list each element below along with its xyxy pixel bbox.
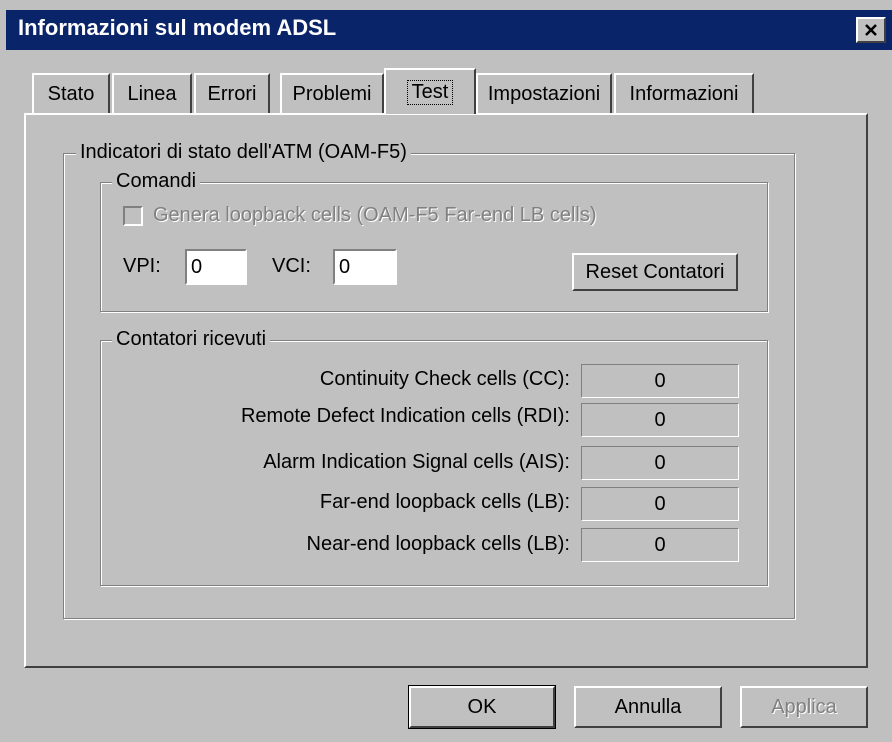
- tab-label: Test: [406, 79, 454, 105]
- loopback-checkbox-label: Genera loopback cells (OAM-F5 Far-end LB…: [153, 204, 597, 226]
- vpi-input[interactable]: 0: [185, 249, 247, 285]
- cancel-button[interactable]: Annulla: [574, 686, 722, 728]
- vpi-label: VPI:: [123, 255, 161, 277]
- vci-value: 0: [339, 255, 351, 278]
- rdi-cells-label: Remote Defect Indication cells (RDI):: [240, 405, 570, 427]
- title-bar[interactable]: Informazioni sul modem ADSL: [6, 10, 892, 50]
- close-button[interactable]: [856, 17, 886, 43]
- window-title: Informazioni sul modem ADSL: [18, 15, 337, 40]
- vci-input[interactable]: 0: [333, 249, 397, 285]
- close-icon: [865, 24, 877, 36]
- tab-label: Stato: [47, 82, 95, 105]
- ok-button[interactable]: OK: [408, 685, 556, 729]
- ais-cells-label: Alarm Indication Signal cells (AIS):: [263, 451, 570, 473]
- far-end-lb-value: 0: [581, 487, 739, 521]
- commands-group: [100, 182, 768, 312]
- tab-label: Errori: [207, 82, 257, 105]
- near-end-lb-value: 0: [581, 528, 739, 562]
- tab-stato[interactable]: Stato: [32, 73, 110, 113]
- near-end-lb-label: Near-end loopback cells (LB):: [306, 533, 570, 555]
- tab-test[interactable]: Test: [384, 68, 476, 114]
- tab-label: Impostazioni: [487, 82, 601, 105]
- cc-cells-value: 0: [581, 364, 739, 398]
- reset-counters-label: Reset Contatori: [585, 260, 725, 283]
- reset-counters-button[interactable]: Reset Contatori: [572, 253, 738, 291]
- tab-linea[interactable]: Linea: [112, 73, 192, 113]
- loopback-checkbox[interactable]: [123, 206, 143, 226]
- vpi-value: 0: [191, 255, 203, 278]
- tab-label: Linea: [127, 82, 177, 105]
- ok-button-label: OK: [467, 695, 497, 718]
- atm-group-label: Indicatori di stato dell'ATM (OAM-F5): [76, 141, 411, 164]
- tab-impostazioni[interactable]: Impostazioni: [476, 73, 612, 113]
- apply-button-label: Applica: [771, 695, 837, 718]
- tab-label: Problemi: [292, 82, 372, 105]
- ais-cells-value: 0: [581, 446, 739, 480]
- received-counters-label: Contatori ricevuti: [112, 328, 271, 351]
- tab-problemi[interactable]: Problemi: [280, 73, 384, 113]
- cc-cells-label: Continuity Check cells (CC):: [319, 368, 570, 390]
- rdi-cells-value: 0: [581, 403, 739, 437]
- vci-label: VCI:: [272, 255, 311, 277]
- apply-button[interactable]: Applica: [740, 686, 868, 728]
- commands-group-label: Comandi: [112, 170, 201, 193]
- tab-errori[interactable]: Errori: [194, 73, 270, 113]
- tab-informazioni[interactable]: Informazioni: [614, 73, 754, 113]
- cancel-button-label: Annulla: [614, 695, 682, 718]
- tab-label: Informazioni: [629, 82, 739, 105]
- far-end-lb-label: Far-end loopback cells (LB):: [319, 491, 570, 513]
